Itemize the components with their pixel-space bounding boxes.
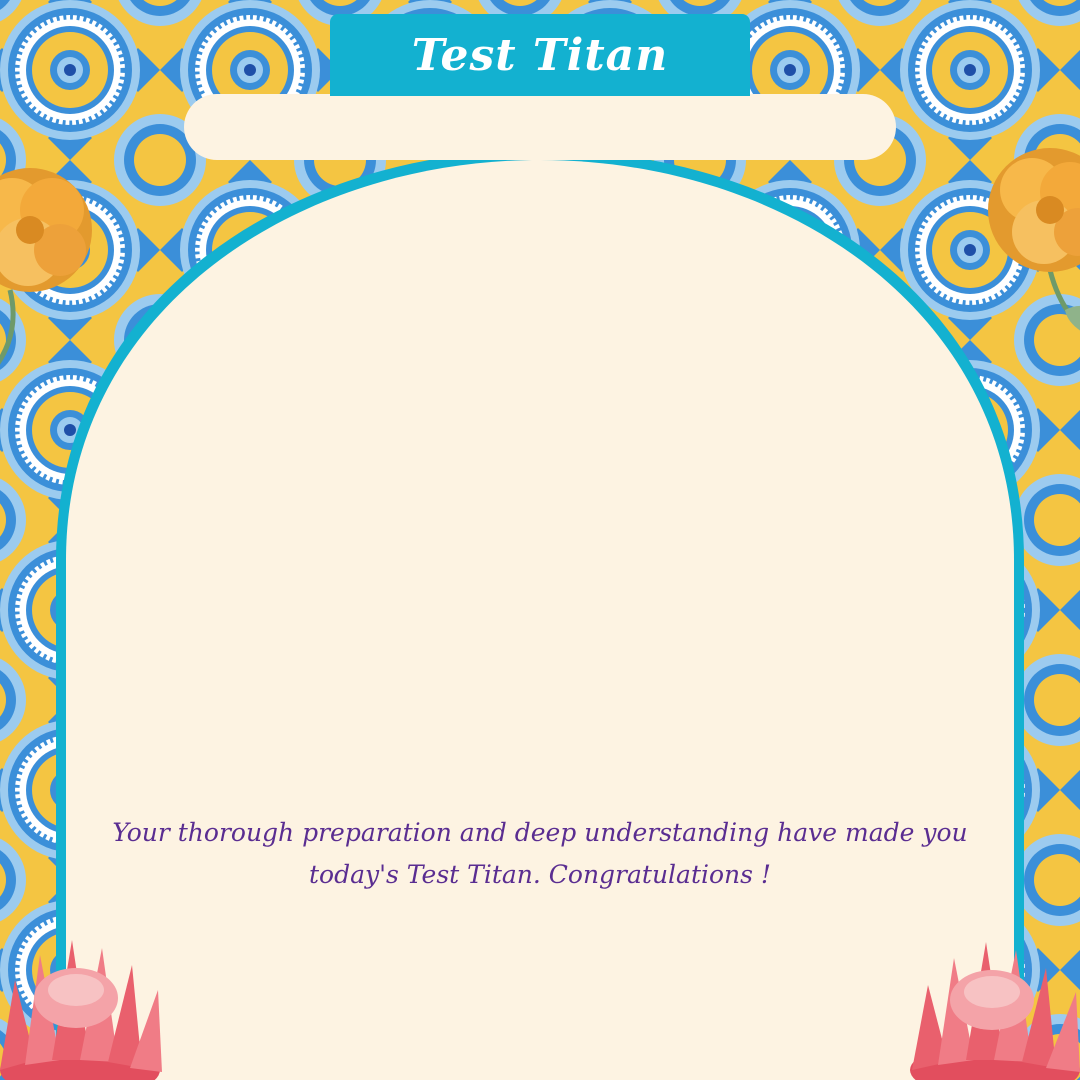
card-title: Test Titan <box>411 29 669 81</box>
greeting-card: Test Titan Your thorough preparation and… <box>0 0 1080 1080</box>
marigold-flower-top-left <box>0 168 92 365</box>
title-banner: Test Titan <box>330 14 750 96</box>
arch-panel <box>56 150 1024 1080</box>
marigold-flower-top-right <box>988 148 1080 331</box>
protea-flower-bottom-left <box>0 940 162 1080</box>
protea-flower-bottom-right <box>910 942 1080 1080</box>
header-pill <box>184 94 896 160</box>
congratulations-message: Your thorough preparation and deep under… <box>112 818 968 889</box>
